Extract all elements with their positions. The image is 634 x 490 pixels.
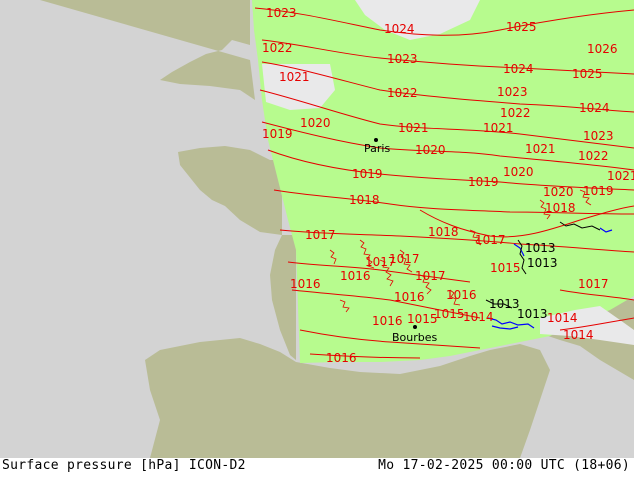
isobar-label: 1016 xyxy=(372,314,403,328)
isobar-label: 1021 xyxy=(279,70,310,84)
isobar-label: 1013 xyxy=(525,241,556,255)
isobar-label: 1020 xyxy=(300,116,331,130)
isobar-label: 1022 xyxy=(578,149,609,163)
isobar-label: 1021 xyxy=(525,142,556,156)
city-label-paris: Paris xyxy=(364,142,390,155)
isobar-label: 1021 xyxy=(483,121,514,135)
isobar-label: 1016 xyxy=(394,290,425,304)
isobar-label: 1014 xyxy=(547,311,578,325)
isobar-label: 1022 xyxy=(262,41,293,55)
isobar-label: 1017 xyxy=(305,228,336,242)
pressure-map: 1023 1024 1025 1026 1022 1023 1024 1025 … xyxy=(0,0,634,458)
isobar-label: 1025 xyxy=(506,20,537,34)
isobar-label: 1019 xyxy=(468,175,499,189)
isobar-label: 1020 xyxy=(543,185,574,199)
city-dot-bourbes xyxy=(413,325,417,329)
isobar-label: 1016 xyxy=(326,351,357,365)
isobar-label: 1018 xyxy=(349,193,380,207)
isobar-label: 1015 xyxy=(434,307,465,321)
map-datetime: Mo 17-02-2025 00:00 UTC (18+06) xyxy=(378,458,630,473)
isobar-label: 1023 xyxy=(497,85,528,99)
isobar-label: 1022 xyxy=(387,86,418,100)
isobar-label: 1018 xyxy=(428,225,459,239)
isobar-label: 1013 xyxy=(527,256,558,270)
isobar-label: 1024 xyxy=(579,101,610,115)
isobar-label: 1021 xyxy=(398,121,429,135)
city-label-bourbes: Bourbes xyxy=(392,331,438,344)
isobar-label: 1014 xyxy=(563,328,594,342)
isobar-label: 1016 xyxy=(290,277,321,291)
isobar-label: 1013 xyxy=(517,307,548,321)
isobar-label: 1024 xyxy=(503,62,534,76)
isobar-label: 1020 xyxy=(503,165,534,179)
isobar-label: 1024 xyxy=(384,22,415,36)
isobar-label: 1017 xyxy=(475,233,506,247)
isobar-label: 1017 xyxy=(578,277,609,291)
isobar-label: 1013 xyxy=(489,297,520,311)
isobar-label: 1015 xyxy=(407,312,438,326)
isobar-label: 1020 xyxy=(415,143,446,157)
isobar-label: 1023 xyxy=(387,52,418,66)
isobar-label: 1016 xyxy=(340,269,371,283)
isobar-label: 1021 xyxy=(607,169,634,183)
isobar-label: 1019 xyxy=(352,167,383,181)
map-title: Surface pressure [hPa] ICON-D2 xyxy=(2,458,246,473)
isobar-label: 1019 xyxy=(583,184,614,198)
isobar-label: 1016 xyxy=(446,288,477,302)
isobar-label: 1022 xyxy=(500,106,531,120)
map-footer: Surface pressure [hPa] ICON-D2 Mo 17-02-… xyxy=(0,458,634,490)
isobar-label: 1023 xyxy=(266,6,297,20)
isobar-label: 1018 xyxy=(545,201,576,215)
isobar-label: 1025 xyxy=(572,67,603,81)
isobar-label: 1015 xyxy=(490,261,521,275)
isobar-label: 1023 xyxy=(583,129,614,143)
isobar-label: 1014 xyxy=(463,310,494,324)
isobar-label: 1017 xyxy=(415,269,446,283)
isobar-label: 1017 xyxy=(389,252,420,266)
isobar-label: 1019 xyxy=(262,127,293,141)
isobar-label: 1026 xyxy=(587,42,618,56)
